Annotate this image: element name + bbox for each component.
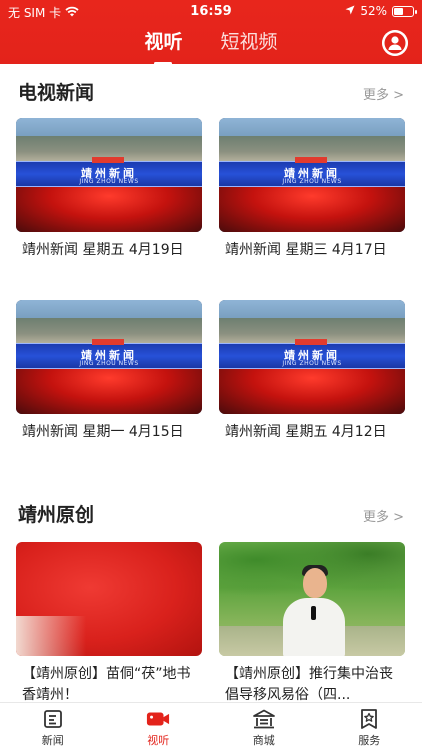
- user-icon: [382, 30, 408, 56]
- video-title: 靖州新闻 星期一 4月15日: [22, 424, 184, 440]
- tabbar-item-service[interactable]: 服务: [317, 703, 422, 750]
- video-thumbnail: 靖州新闻 JING ZHOU NEWS: [16, 118, 202, 232]
- more-link[interactable]: 更多 >: [363, 506, 404, 525]
- app-header: 无 SIM 卡 16:59 52% 视听 短视频: [0, 0, 422, 65]
- video-card[interactable]: 靖州新闻 JING ZHOU NEWS 靖州新闻 星期三 4月17日: [219, 118, 405, 261]
- video-thumbnail: [16, 542, 202, 656]
- tabbar-label: 商城: [252, 734, 275, 747]
- service-icon: [357, 708, 381, 730]
- video-card[interactable]: 【靖州原创】推行集中治丧 倡导移风易俗（四...: [219, 542, 405, 702]
- video-title: 【靖州原创】苗侗“茯”地书香靖州！: [22, 666, 191, 702]
- video-title: 靖州新闻 星期三 4月17日: [225, 242, 387, 258]
- section-tv-news-header: 电视新闻 更多 >: [0, 64, 422, 116]
- thumbnail-subtitle: JING ZHOU NEWS: [79, 178, 139, 185]
- status-bar: 无 SIM 卡 16:59 52%: [0, 0, 422, 22]
- tabbar-label: 视听: [147, 734, 170, 747]
- video-title: 靖州新闻 星期五 4月19日: [22, 242, 184, 258]
- content-area[interactable]: 电视新闻 更多 > 靖州新闻 JING ZHOU NEWS 靖州新闻 星期五 4月…: [0, 64, 422, 702]
- section-original-header: 靖州原创 更多 >: [0, 486, 422, 538]
- battery-icon: [392, 5, 417, 17]
- tabbar-item-store[interactable]: 商城: [211, 703, 317, 750]
- news-icon: [41, 708, 65, 730]
- bottom-tab-bar: 新闻 视听 商城 服务: [0, 702, 422, 750]
- location-arrow-icon: [345, 4, 355, 18]
- tab-short-video[interactable]: 短视频: [221, 28, 278, 62]
- tabbar-item-shiting[interactable]: 视听: [106, 703, 212, 750]
- store-icon: [252, 708, 276, 730]
- section-title: 靖州原创: [18, 504, 95, 526]
- thumbnail-subtitle: JING ZHOU NEWS: [79, 360, 139, 367]
- profile-button[interactable]: [382, 30, 408, 56]
- video-card[interactable]: 【靖州原创】苗侗“茯”地书香靖州！: [16, 542, 202, 702]
- video-thumbnail: 靖州新闻 JING ZHOU NEWS: [219, 118, 405, 232]
- video-thumbnail: [219, 542, 405, 656]
- thumbnail-subtitle: JING ZHOU NEWS: [282, 178, 342, 185]
- video-thumbnail: 靖州新闻 JING ZHOU NEWS: [219, 300, 405, 414]
- tab-shiting[interactable]: 视听: [144, 28, 183, 65]
- video-card[interactable]: 靖州新闻 JING ZHOU NEWS 靖州新闻 星期五 4月12日: [219, 300, 405, 443]
- battery-percent: 52%: [360, 4, 387, 18]
- tabbar-item-news[interactable]: 新闻: [0, 703, 106, 750]
- tv-news-grid: 靖州新闻 JING ZHOU NEWS 靖州新闻 星期五 4月19日 靖州新闻 JI…: [0, 116, 422, 486]
- video-card[interactable]: 靖州新闻 JING ZHOU NEWS 靖州新闻 星期一 4月15日: [16, 300, 202, 443]
- more-link[interactable]: 更多 >: [363, 84, 404, 103]
- tabbar-label: 新闻: [41, 734, 64, 747]
- video-card[interactable]: 靖州新闻 JING ZHOU NEWS 靖州新闻 星期五 4月19日: [16, 118, 202, 261]
- video-camera-icon: [146, 708, 170, 730]
- video-title: 靖州新闻 星期五 4月12日: [225, 424, 387, 440]
- original-grid: 【靖州原创】苗侗“茯”地书香靖州！ 【靖州原创】推行集中治丧 倡导移风易俗（四.…: [0, 538, 422, 702]
- tabbar-label: 服务: [358, 734, 381, 747]
- section-title: 电视新闻: [18, 82, 95, 104]
- video-title: 【靖州原创】推行集中治丧 倡导移风易俗（四...: [225, 666, 393, 702]
- top-tabs: 视听 短视频: [0, 28, 422, 65]
- video-thumbnail: 靖州新闻 JING ZHOU NEWS: [16, 300, 202, 414]
- thumbnail-subtitle: JING ZHOU NEWS: [282, 360, 342, 367]
